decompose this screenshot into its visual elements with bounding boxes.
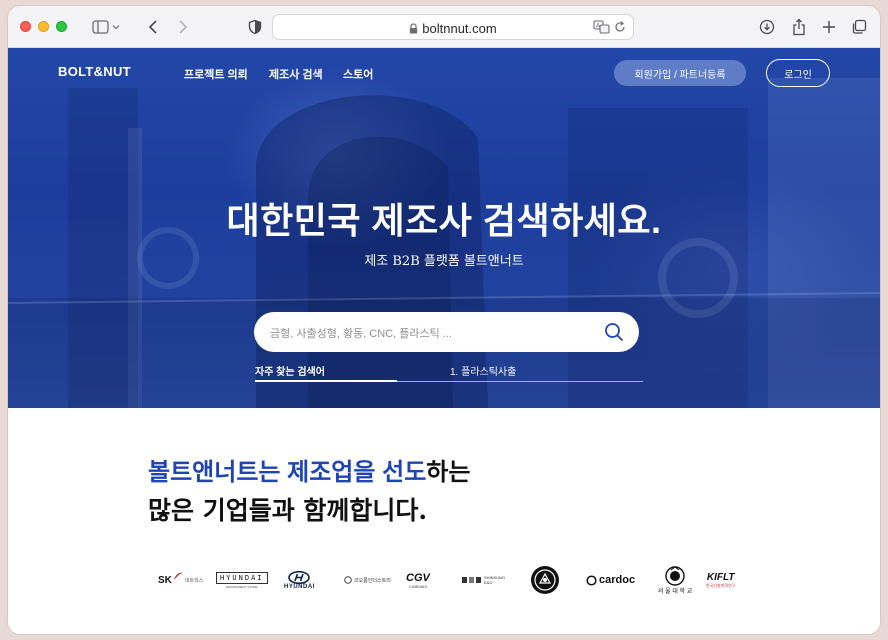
nav-store[interactable]: 스토어 <box>343 66 373 82</box>
new-tab-icon[interactable] <box>820 16 838 38</box>
university-seal-logo <box>530 560 560 600</box>
tagline-rest: 하는 <box>426 459 471 486</box>
minimize-window-button[interactable] <box>38 21 49 32</box>
forward-icon[interactable] <box>174 16 192 38</box>
shinsung-logo: SHINSUNG E&G <box>462 560 505 600</box>
popular-active-indicator <box>255 380 397 382</box>
search-icon[interactable] <box>603 321 625 348</box>
sk-networks-logo: SK 네트웍스 <box>158 572 204 586</box>
tagline-highlight: 볼트앤너트는 제조업을 선도 <box>148 459 427 486</box>
popular-searches-label: 자주 찾는 검색어 <box>255 367 325 378</box>
back-icon[interactable] <box>144 16 162 38</box>
cgv-logo: CGV CINEMAS <box>406 571 430 589</box>
hero-section: BOLT&NUT 프로젝트 의뢰 제조사 검색 스토어 회원가입 / 파트너등록… <box>8 48 880 408</box>
browser-window: boltnnut.com A BOLT&NUT 프로젝트 의뢰 제조사 검색 스… <box>8 6 880 634</box>
search-input[interactable]: 금형, 사출성형, 황동, CNC, 플라스틱 ... <box>254 312 639 352</box>
sidebar-toggle-icon[interactable] <box>92 16 122 38</box>
join-partner-button[interactable]: 회원가입 / 파트너등록 <box>614 60 746 86</box>
kolon-industries-logo: 코오롱인더스트리 <box>344 560 391 600</box>
privacy-shield-icon[interactable] <box>246 16 264 38</box>
login-button[interactable]: 로그인 <box>766 59 830 87</box>
nav-project-request[interactable]: 프로젝트 의뢰 <box>184 66 248 82</box>
kiflt-logo: KIFLT 한국신발피혁연구 <box>706 571 736 588</box>
browser-toolbar: boltnnut.com A <box>8 6 880 48</box>
lock-icon <box>409 22 418 37</box>
reload-icon[interactable] <box>613 20 627 39</box>
close-window-button[interactable] <box>20 21 31 32</box>
share-icon[interactable] <box>790 16 808 38</box>
nav-manufacturer-search[interactable]: 제조사 검색 <box>269 66 323 82</box>
partners-tagline: 볼트앤너트는 제조업을 선도하는 많은 기업들과 함께합니다. <box>148 454 470 530</box>
popular-search-item[interactable]: 1. 플라스틱사출 <box>450 363 516 378</box>
partner-logos: SK 네트웍스 HYUNDAI DEPARTMENT STORE HYUNDAI… <box>158 560 758 600</box>
search-placeholder: 금형, 사출성형, 황동, CNC, 플라스틱 ... <box>270 328 452 340</box>
hero-headline: 대한민국 제조사 검색하세요. <box>226 200 662 241</box>
tagline-line2: 많은 기업들과 함께합니다. <box>148 496 428 525</box>
address-bar[interactable]: boltnnut.com A <box>272 14 634 40</box>
translate-icon[interactable]: A <box>593 20 611 39</box>
tab-overview-icon[interactable] <box>850 16 868 38</box>
downloads-icon[interactable] <box>758 16 776 38</box>
site-logo[interactable]: BOLT&NUT <box>58 64 131 79</box>
zoom-window-button[interactable] <box>56 21 67 32</box>
partners-section: 볼트앤너트는 제조업을 선도하는 많은 기업들과 함께합니다. SK 네트웍스 … <box>8 408 880 634</box>
url-text: boltnnut.com <box>422 21 497 36</box>
hyundai-department-store-logo: HYUNDAI DEPARTMENT STORE <box>216 560 268 600</box>
cardoc-logo: cardoc <box>586 560 635 600</box>
hyundai-logo: HYUNDAI <box>284 560 315 600</box>
hero-subheadline: 제조 B2B 플랫폼 볼트앤너트 <box>364 254 524 269</box>
seoul-national-university-logo: 서 울 대 학 교 <box>658 560 692 600</box>
